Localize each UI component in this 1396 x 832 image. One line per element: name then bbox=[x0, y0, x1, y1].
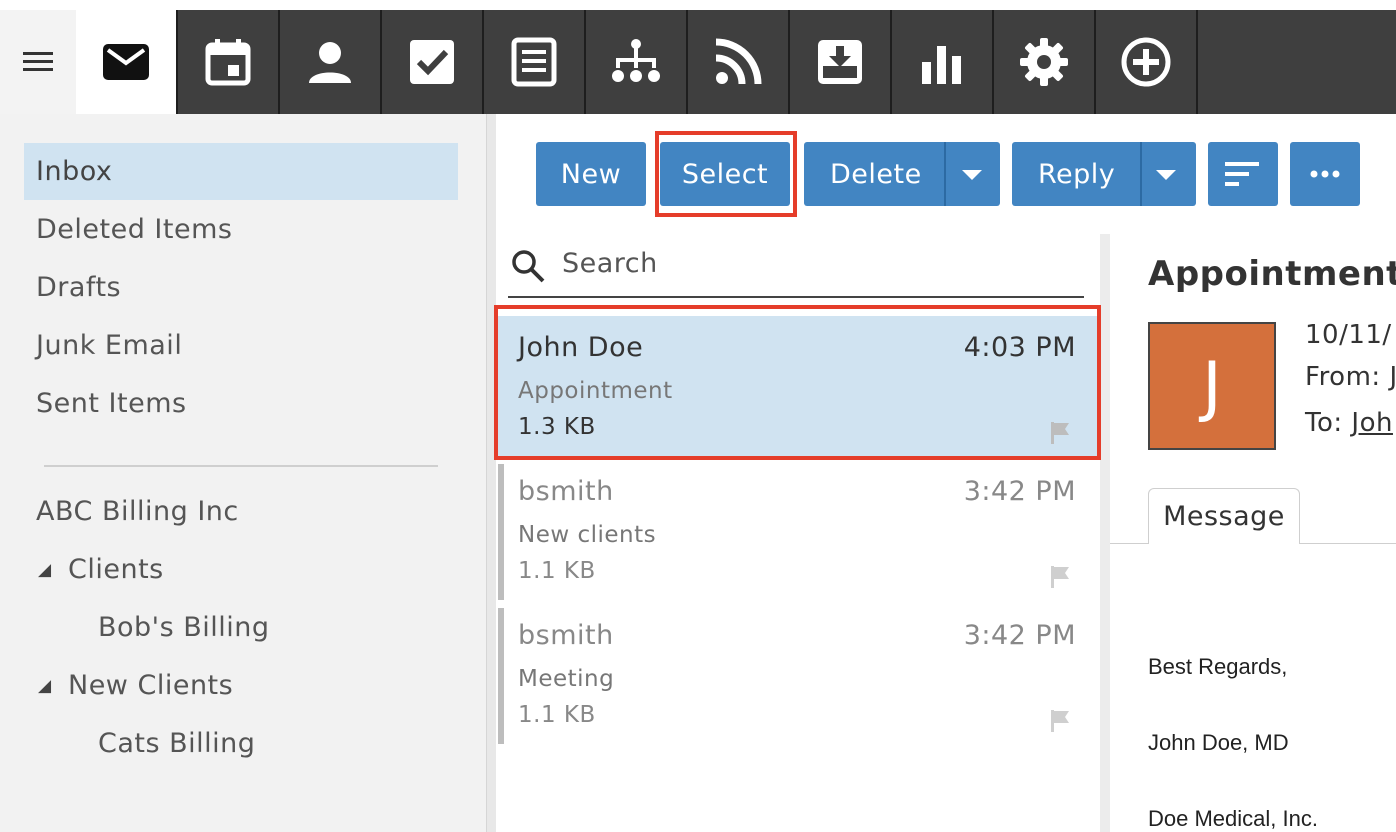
folder-label: Sent Items bbox=[36, 388, 187, 419]
folder-junk-email[interactable]: Junk Email bbox=[24, 317, 458, 374]
unread-bar bbox=[498, 608, 504, 744]
notes-icon bbox=[511, 37, 557, 87]
folder-sent-items[interactable]: Sent Items bbox=[24, 375, 458, 432]
app-tab-tasks[interactable] bbox=[382, 10, 484, 114]
folder-clients[interactable]: ◢ Clients bbox=[24, 541, 458, 598]
folder-label: Cats Billing bbox=[98, 728, 256, 759]
split-divider bbox=[944, 142, 946, 206]
message-subject: Meeting bbox=[518, 666, 615, 692]
avatar: J bbox=[1148, 322, 1276, 450]
folder-label: Inbox bbox=[36, 156, 113, 187]
message-highlight bbox=[494, 305, 1101, 460]
mail-icon bbox=[103, 44, 149, 80]
list-splitter[interactable] bbox=[1100, 234, 1110, 832]
message-time: 3:42 PM bbox=[963, 620, 1076, 651]
folder-label: Drafts bbox=[36, 272, 122, 303]
gear-icon bbox=[1020, 38, 1068, 86]
app-tab-notes[interactable] bbox=[484, 10, 586, 114]
message-from: bsmith bbox=[518, 476, 614, 507]
calendar-icon bbox=[205, 39, 251, 86]
message-size: 1.1 KB bbox=[518, 702, 596, 728]
collapse-triangle-icon[interactable]: ◢ bbox=[38, 560, 52, 580]
message-time: 3:42 PM bbox=[963, 476, 1076, 507]
unread-bar bbox=[498, 464, 504, 600]
app-tab-org-chart[interactable] bbox=[586, 10, 688, 114]
body-line: Doe Medical, Inc. bbox=[1148, 806, 1318, 831]
message-item[interactable]: bsmith 3:42 PM New clients 1.1 KB bbox=[498, 460, 1098, 600]
app-tab-rss[interactable] bbox=[688, 10, 790, 114]
folder-divider bbox=[44, 465, 438, 467]
add-icon bbox=[1121, 37, 1171, 87]
flag-icon[interactable] bbox=[1048, 564, 1072, 588]
split-divider bbox=[1140, 142, 1142, 206]
folder-label: Junk Email bbox=[36, 330, 183, 361]
more-button[interactable] bbox=[1290, 142, 1360, 206]
search-input[interactable]: Search bbox=[562, 248, 658, 279]
select-button-highlight bbox=[655, 131, 797, 217]
app-tab-add[interactable] bbox=[1096, 10, 1198, 114]
chevron-down-icon[interactable] bbox=[962, 170, 982, 180]
app-tab-mail[interactable] bbox=[76, 10, 178, 114]
sort-icon bbox=[1225, 162, 1259, 186]
message-date: 10/11/ bbox=[1305, 320, 1392, 350]
search-underline bbox=[508, 296, 1084, 298]
folder-bobs-billing[interactable]: Bob's Billing bbox=[24, 599, 458, 656]
from-label: From: bbox=[1305, 362, 1381, 392]
search-icon bbox=[512, 250, 545, 283]
tab-message[interactable]: Message bbox=[1148, 488, 1300, 544]
org-chart-icon bbox=[612, 39, 660, 82]
message-to-line: To: Joh bbox=[1305, 408, 1393, 438]
contacts-icon bbox=[309, 42, 351, 83]
flag-icon[interactable] bbox=[1048, 708, 1072, 732]
folder-label: New Clients bbox=[68, 670, 234, 701]
new-button[interactable]: New bbox=[536, 142, 646, 206]
message-subject-heading: Appointment bbox=[1148, 254, 1396, 294]
delete-button[interactable]: Delete bbox=[804, 142, 1000, 206]
folder-new-clients[interactable]: ◢ New Clients bbox=[24, 657, 458, 714]
to-link[interactable]: Joh bbox=[1351, 408, 1393, 438]
hamburger-menu-button[interactable] bbox=[0, 10, 76, 114]
tasks-icon bbox=[410, 40, 454, 84]
app-tab-contacts[interactable] bbox=[280, 10, 382, 114]
collapse-triangle-icon[interactable]: ◢ bbox=[38, 676, 52, 696]
account-abc-billing[interactable]: ABC Billing Inc bbox=[24, 483, 458, 540]
folder-inbox[interactable]: Inbox bbox=[24, 143, 458, 200]
app-tab-archive[interactable] bbox=[790, 10, 892, 114]
sort-button[interactable] bbox=[1208, 142, 1278, 206]
body-line: Best Regards, bbox=[1148, 654, 1288, 679]
pane-splitter[interactable] bbox=[486, 114, 496, 832]
more-icon bbox=[1310, 170, 1340, 178]
app-tab-reports[interactable] bbox=[892, 10, 994, 114]
folder-cats-billing[interactable]: Cats Billing bbox=[24, 715, 458, 772]
avatar-letter: J bbox=[1202, 347, 1222, 425]
hamburger-icon bbox=[23, 52, 53, 72]
tab-label: Message bbox=[1163, 501, 1285, 532]
message-from: bsmith bbox=[518, 620, 614, 651]
button-label: Reply bbox=[1038, 158, 1116, 190]
folder-label: Bob's Billing bbox=[98, 612, 270, 643]
message-item[interactable]: bsmith 3:42 PM Meeting 1.1 KB bbox=[498, 604, 1098, 744]
message-from-line: From: J bbox=[1305, 362, 1396, 392]
folder-drafts[interactable]: Drafts bbox=[24, 259, 458, 316]
button-label: Delete bbox=[830, 158, 922, 190]
app-tab-calendar[interactable] bbox=[178, 10, 280, 114]
folder-deleted-items[interactable]: Deleted Items bbox=[24, 201, 458, 258]
account-label: ABC Billing Inc bbox=[36, 496, 239, 527]
from-link[interactable]: J bbox=[1389, 362, 1396, 392]
message-size: 1.1 KB bbox=[518, 558, 596, 584]
message-subject: New clients bbox=[518, 522, 657, 548]
folder-label: Deleted Items bbox=[36, 214, 233, 245]
to-label: To: bbox=[1305, 408, 1343, 438]
body-line: John Doe, MD bbox=[1148, 730, 1289, 755]
reply-button[interactable]: Reply bbox=[1012, 142, 1196, 206]
folder-label: Clients bbox=[68, 554, 164, 585]
rss-icon bbox=[715, 38, 762, 85]
app-tab-settings[interactable] bbox=[994, 10, 1096, 114]
archive-icon bbox=[818, 40, 862, 84]
reports-icon bbox=[922, 46, 961, 84]
button-label: New bbox=[560, 158, 622, 190]
chevron-down-icon[interactable] bbox=[1156, 170, 1176, 180]
app-switcher bbox=[76, 10, 1396, 114]
